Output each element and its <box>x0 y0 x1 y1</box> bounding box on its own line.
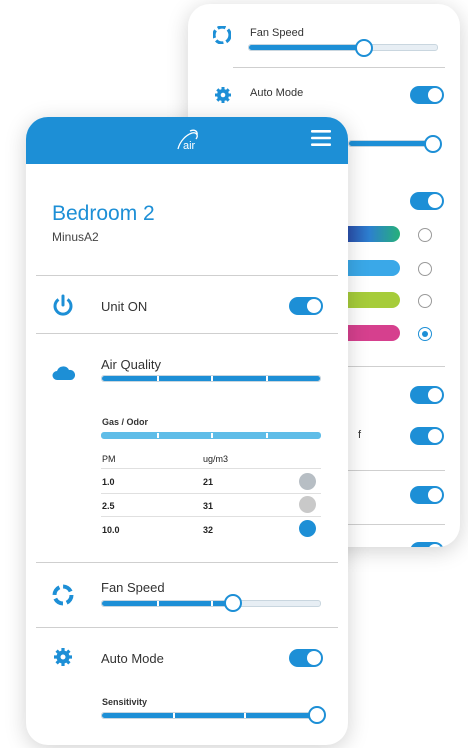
room-subtitle: MinusA2 <box>52 230 99 244</box>
radio-green[interactable] <box>418 294 432 308</box>
fan-speed-slider-thumb[interactable] <box>355 39 373 57</box>
auto-mode-label: Auto Mode <box>250 87 304 99</box>
fan-speed-slider[interactable] <box>248 44 438 51</box>
gas-odor-label: Gas / Odor <box>102 417 149 427</box>
divider <box>348 366 445 367</box>
divider <box>36 333 338 334</box>
air-quality-label: Air Quality <box>101 357 161 372</box>
sensitivity-slider-thumb[interactable] <box>308 706 326 724</box>
status-dot <box>299 473 316 490</box>
option-toggle-4[interactable] <box>410 542 444 547</box>
auto-mode-toggle[interactable] <box>410 86 444 104</box>
sensitivity-slider[interactable] <box>348 140 436 147</box>
power-icon <box>52 294 74 321</box>
sensitivity-slider[interactable] <box>101 712 318 719</box>
auto-mode-label: Auto Mode <box>101 651 164 666</box>
unit-on-label: Unit ON <box>101 299 148 314</box>
radio-gradient[interactable] <box>418 228 432 242</box>
fan-speed-label: Fan Speed <box>250 27 304 39</box>
status-dot <box>299 520 316 537</box>
fan-icon <box>52 584 74 611</box>
divider <box>36 627 338 628</box>
gear-icon <box>53 647 73 672</box>
table-cell-value: 31 <box>203 501 214 511</box>
table-divider <box>101 493 321 494</box>
gas-odor-bar <box>101 432 321 439</box>
table-cell-pm: 2.5 <box>102 501 115 511</box>
fan-icon <box>212 25 232 49</box>
sensitivity-label: Sensitivity <box>102 697 148 707</box>
divider <box>348 524 445 525</box>
table-divider <box>101 468 321 469</box>
sensitivity-slider-thumb[interactable] <box>424 135 442 153</box>
divider <box>36 275 338 276</box>
room-detail-panel: air Bedroom 2 MinusA2 Unit ON Air Qualit… <box>26 117 348 745</box>
radio-pink[interactable] <box>418 327 432 341</box>
option-toggle-1[interactable] <box>410 386 444 404</box>
table-cell-pm: 10.0 <box>102 525 120 535</box>
cloud-icon <box>52 365 76 386</box>
table-header-unit: ug/m3 <box>203 454 229 464</box>
option-toggle-3[interactable] <box>410 486 444 504</box>
gear-icon <box>214 86 232 109</box>
logo-text: air <box>183 140 196 152</box>
auto-mode-toggle[interactable] <box>289 649 323 667</box>
air-logo: air <box>172 127 204 155</box>
status-dot <box>299 496 316 513</box>
radio-blue[interactable] <box>418 262 432 276</box>
menu-icon[interactable] <box>311 129 331 147</box>
room-title: Bedroom 2 <box>52 202 155 225</box>
unit-power-toggle[interactable] <box>289 297 323 315</box>
table-cell-pm: 1.0 <box>102 477 115 487</box>
fan-speed-label: Fan Speed <box>101 580 165 595</box>
partial-label: f <box>358 429 362 441</box>
table-cell-value: 32 <box>203 525 214 535</box>
app-header: air <box>26 117 348 164</box>
divider <box>36 562 338 563</box>
table-cell-value: 21 <box>203 477 214 487</box>
fan-speed-slider-thumb[interactable] <box>224 594 242 612</box>
color-toggle[interactable] <box>410 192 444 210</box>
table-header-pm: PM <box>102 454 116 464</box>
divider <box>233 67 445 68</box>
air-quality-bar <box>101 375 321 382</box>
option-toggle-2[interactable] <box>410 427 444 445</box>
table-divider <box>101 516 321 517</box>
fan-speed-slider[interactable] <box>101 600 321 607</box>
divider <box>348 470 445 471</box>
